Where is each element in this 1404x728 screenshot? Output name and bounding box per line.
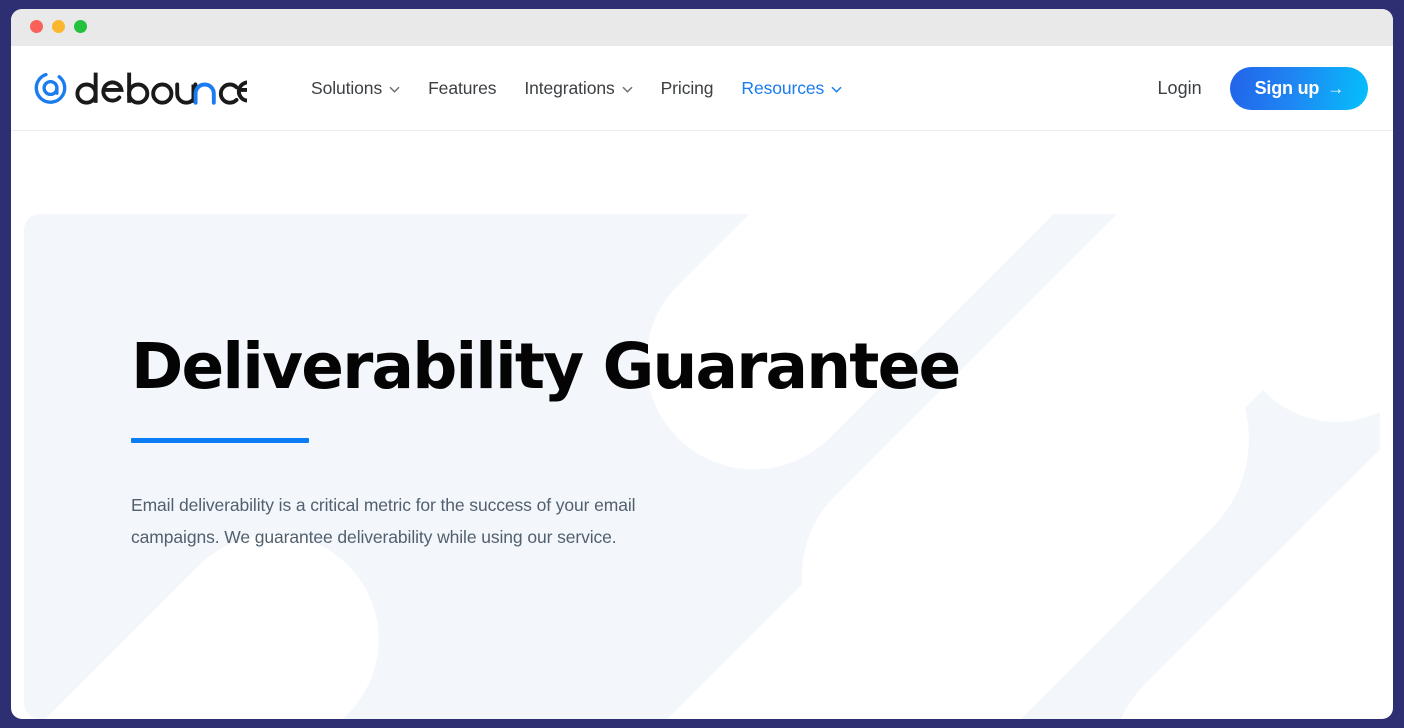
page-title: Deliverability Guarantee [131,330,961,403]
nav-item-label: Features [428,78,497,98]
arrow-right-icon: → [1327,78,1344,98]
hero-section: Deliverability Guarantee Email deliverab… [24,214,1380,719]
hero-content: Deliverability Guarantee Email deliverab… [131,330,961,553]
pattern-capsule [1061,329,1380,719]
login-link[interactable]: Login [1158,78,1202,99]
traffic-light-group [30,20,87,33]
nav-item-label: Solutions [311,78,383,98]
site-navbar: Solutions Features Integrations Pricing … [11,46,1393,131]
maximize-window-button[interactable] [74,20,87,33]
nav-item-label: Pricing [660,78,714,98]
at-icon [34,72,67,104]
minimize-window-button[interactable] [52,20,65,33]
browser-window: Solutions Features Integrations Pricing … [11,9,1393,719]
pattern-capsule [1194,214,1380,464]
debounce-logo[interactable] [32,64,247,112]
nav-item-label: Resources [741,78,825,98]
chevron-down-icon [831,84,842,95]
signup-button-label: Sign up [1254,78,1320,98]
nav-item-resources[interactable]: Resources [727,70,856,107]
chevron-down-icon [622,84,633,95]
nav-item-label: Integrations [524,78,615,98]
hero-description: Email deliverability is a critical metri… [131,495,636,548]
nav-links: Solutions Features Integrations Pricing … [297,46,856,131]
debounce-logo-mark [34,72,247,105]
nav-item-integrations[interactable]: Integrations [510,70,646,107]
nav-item-features[interactable]: Features [414,70,510,107]
title-underline-rule [131,438,309,444]
chevron-down-icon [389,84,400,95]
nav-item-pricing[interactable]: Pricing [647,70,728,107]
signup-button[interactable]: Sign up → [1229,67,1368,110]
nav-item-solutions[interactable]: Solutions [297,70,414,107]
window-titlebar [11,9,1393,46]
nav-actions: Login Sign up → [1158,46,1368,131]
close-window-button[interactable] [30,20,43,33]
